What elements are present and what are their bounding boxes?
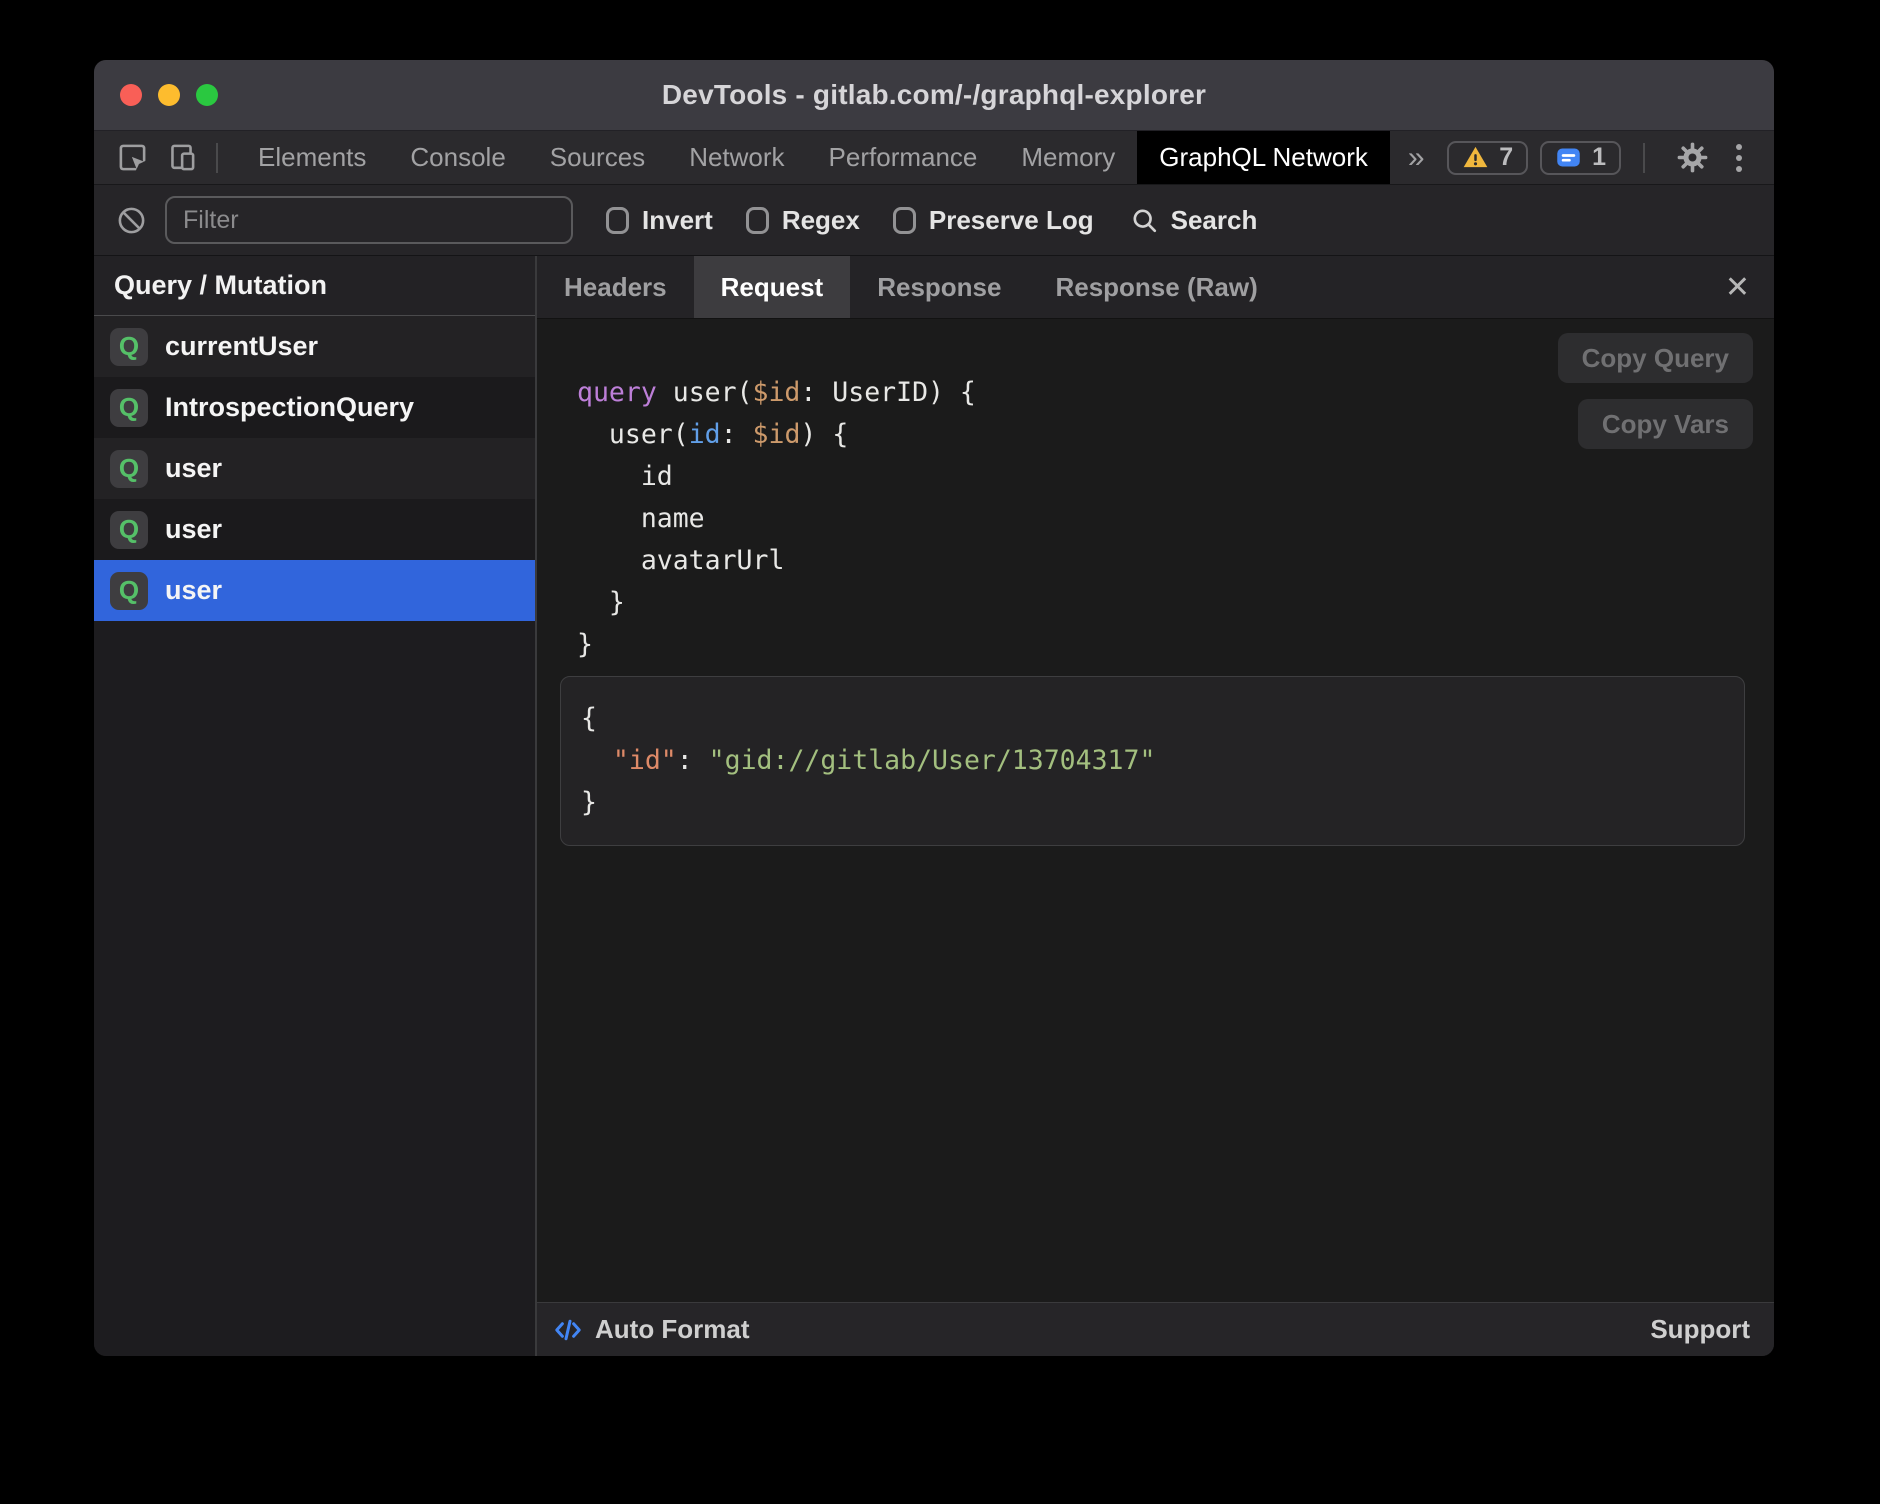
- request-row-label: currentUser: [165, 331, 318, 362]
- search-label: Search: [1171, 205, 1258, 236]
- filter-input[interactable]: [165, 196, 573, 244]
- devtools-tab-elements[interactable]: Elements: [236, 131, 388, 184]
- request-row-1-introspectionquery[interactable]: Q IntrospectionQuery: [94, 377, 535, 438]
- variables-box: { "id": "gid://gitlab/User/13704317"}: [560, 676, 1745, 846]
- issues-count: 1: [1592, 143, 1606, 172]
- device-toolbar-icon[interactable]: [157, 131, 206, 184]
- query-type-badge: Q: [110, 450, 148, 488]
- detail-tab-response[interactable]: Response: [850, 256, 1028, 318]
- settings-gear-icon[interactable]: [1667, 141, 1718, 174]
- request-row-label: user: [165, 453, 222, 484]
- warning-count: 7: [1499, 143, 1513, 172]
- variables-json: { "id": "gid://gitlab/User/13704317"}: [581, 698, 1724, 824]
- request-row-4-user[interactable]: Quser: [94, 560, 535, 621]
- devtools-tab-graphql-network[interactable]: GraphQL Network: [1137, 131, 1390, 184]
- code-line: name: [577, 498, 1745, 540]
- devtools-tab-network[interactable]: Network: [667, 131, 806, 184]
- code-line: }: [577, 624, 1745, 666]
- request-list-header: Query / Mutation: [94, 256, 535, 316]
- query-type-badge: Q: [110, 389, 148, 427]
- invert-checkbox-label: Invert: [642, 205, 713, 236]
- copy-buttons: Copy Query Copy Vars: [1558, 333, 1753, 449]
- request-row-label: user: [165, 575, 222, 606]
- code-line: }: [577, 582, 1745, 624]
- query-type-badge: Q: [110, 511, 148, 549]
- invert-checkbox[interactable]: [606, 207, 629, 234]
- code-line: avatarUrl: [577, 540, 1745, 582]
- message-bubble-icon: [1555, 144, 1582, 171]
- preserve-log-checkbox-group[interactable]: Preserve Log: [893, 205, 1094, 236]
- code-line: "id": "gid://gitlab/User/13704317": [581, 740, 1724, 782]
- query-type-badge: Q: [110, 572, 148, 610]
- support-link[interactable]: Support: [1650, 1314, 1750, 1345]
- request-tab-content: Copy Query Copy Vars query user($id: Use…: [537, 319, 1774, 1302]
- zoom-window-button[interactable]: [196, 84, 218, 106]
- regex-checkbox-label: Regex: [782, 205, 860, 236]
- devtools-tab-console[interactable]: Console: [388, 131, 527, 184]
- request-row-0-currentuser[interactable]: QcurrentUser: [94, 316, 535, 377]
- regex-checkbox[interactable]: [746, 207, 769, 234]
- detail-tab-headers[interactable]: Headers: [537, 256, 694, 318]
- code-line: }: [581, 782, 1724, 824]
- code-line: id: [577, 456, 1745, 498]
- detail-tab-strip: HeadersRequestResponseResponse (Raw) ✕: [537, 256, 1774, 319]
- badges-divider: [1643, 143, 1645, 173]
- issues-badge[interactable]: 1: [1540, 141, 1621, 175]
- devtools-tab-strip: ElementsConsoleSourcesNetworkPerformance…: [236, 131, 1390, 184]
- request-row-3-user[interactable]: Quser: [94, 499, 535, 560]
- inspect-element-icon[interactable]: [108, 131, 157, 184]
- devtools-tab-sources[interactable]: Sources: [528, 131, 667, 184]
- query-type-badge: Q: [110, 328, 148, 366]
- request-list-panel: Query / Mutation QcurrentUserQIntrospect…: [94, 256, 537, 1356]
- devtools-toolbar: ElementsConsoleSourcesNetworkPerformance…: [94, 131, 1774, 185]
- detail-tab-request[interactable]: Request: [694, 256, 851, 318]
- titlebar[interactable]: DevTools - gitlab.com/-/graphql-explorer: [94, 60, 1774, 131]
- code-line: {: [581, 698, 1724, 740]
- main-area: Query / Mutation QcurrentUserQIntrospect…: [94, 256, 1774, 1356]
- close-detail-icon[interactable]: ✕: [1725, 256, 1750, 318]
- copy-query-button[interactable]: Copy Query: [1558, 333, 1753, 383]
- devtools-tab-performance[interactable]: Performance: [807, 131, 1000, 184]
- request-list: QcurrentUserQIntrospectionQueryQuserQuse…: [94, 316, 535, 621]
- request-row-label: IntrospectionQuery: [165, 392, 414, 423]
- toolbar-badges: 7 1: [1447, 131, 1774, 184]
- auto-format-button[interactable]: Auto Format: [595, 1314, 750, 1345]
- more-tabs-chevron-icon[interactable]: »: [1390, 131, 1443, 184]
- copy-vars-button[interactable]: Copy Vars: [1578, 399, 1753, 449]
- search-control[interactable]: Search: [1130, 205, 1258, 236]
- devtools-tab-memory[interactable]: Memory: [999, 131, 1137, 184]
- warnings-badge[interactable]: 7: [1447, 141, 1528, 175]
- toolbar-divider: [216, 143, 218, 173]
- search-icon: [1130, 206, 1159, 235]
- devtools-window: DevTools - gitlab.com/-/graphql-explorer…: [94, 60, 1774, 1356]
- request-row-2-user[interactable]: Quser: [94, 438, 535, 499]
- detail-footer: Auto Format Support: [537, 1302, 1774, 1356]
- minimize-window-button[interactable]: [158, 84, 180, 106]
- screen-background: DevTools - gitlab.com/-/graphql-explorer…: [0, 0, 1880, 1504]
- close-window-button[interactable]: [120, 84, 142, 106]
- filter-bar: Invert Regex Preserve Log Search: [94, 185, 1774, 256]
- regex-checkbox-group[interactable]: Regex: [746, 205, 860, 236]
- traffic-lights: [120, 60, 218, 130]
- more-options-icon[interactable]: [1730, 144, 1748, 172]
- detail-tab-response-raw[interactable]: Response (Raw): [1028, 256, 1284, 318]
- auto-format-icon: [553, 1315, 583, 1345]
- filter-checkboxes: Invert Regex Preserve Log: [573, 205, 1094, 236]
- request-row-label: user: [165, 514, 222, 545]
- warning-triangle-icon: [1462, 144, 1489, 171]
- clear-block-icon[interactable]: [116, 205, 147, 236]
- invert-checkbox-group[interactable]: Invert: [606, 205, 713, 236]
- window-title: DevTools - gitlab.com/-/graphql-explorer: [662, 79, 1206, 111]
- preserve-log-checkbox-label: Preserve Log: [929, 205, 1094, 236]
- preserve-log-checkbox[interactable]: [893, 207, 916, 234]
- request-detail-panel: HeadersRequestResponseResponse (Raw) ✕ C…: [537, 256, 1774, 1356]
